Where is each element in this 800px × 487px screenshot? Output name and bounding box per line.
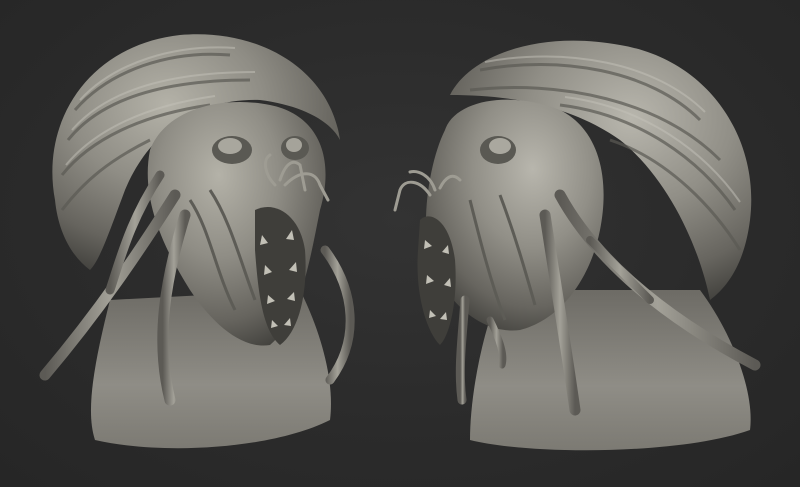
- sculpt-left: [39, 34, 355, 449]
- sculpt-render: [39, 34, 761, 451]
- render-viewport: [0, 0, 800, 487]
- sculpt-right: [393, 40, 761, 451]
